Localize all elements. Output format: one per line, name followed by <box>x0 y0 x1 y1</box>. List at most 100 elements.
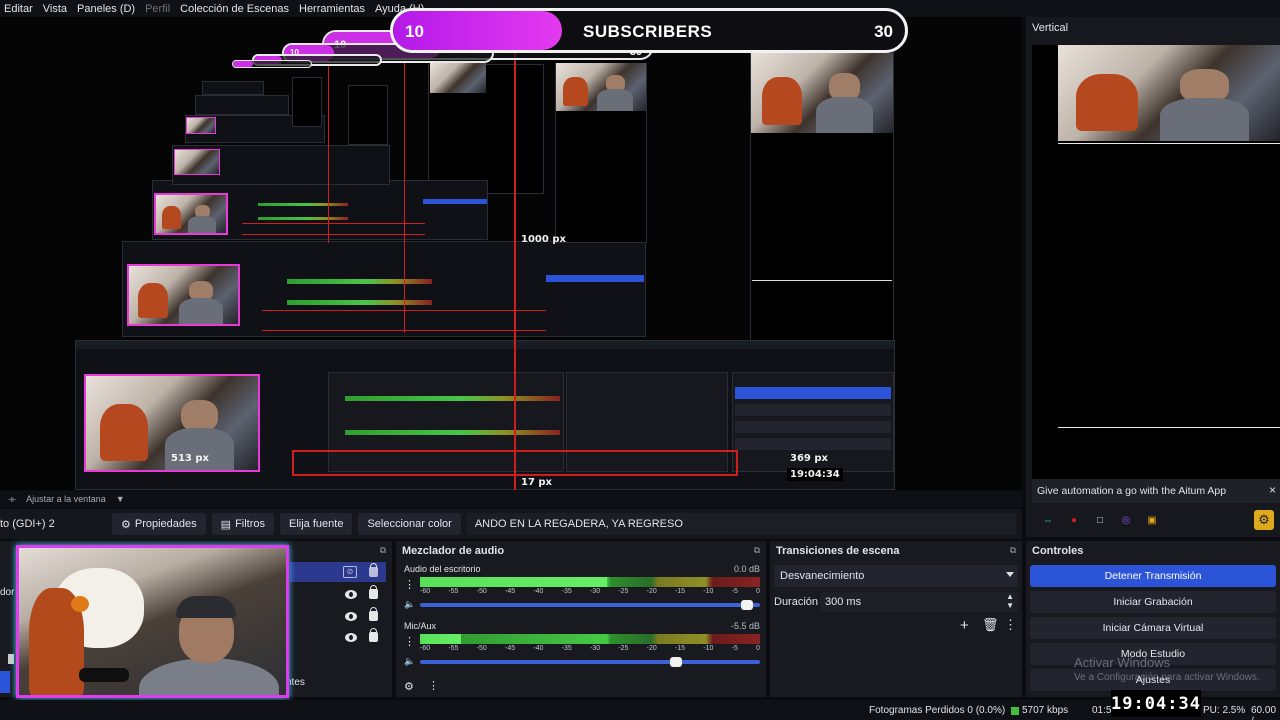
trash-icon[interactable]: 🗑 <box>982 617 999 633</box>
source-row-3[interactable] <box>290 606 386 626</box>
label-369px: 369 px <box>790 453 828 464</box>
popout-icon[interactable]: ⧉ <box>754 545 760 556</box>
label-513px: 513 px <box>171 453 209 464</box>
sources-left-label: dor <box>0 587 15 598</box>
select-color-button[interactable]: Seleccionar color <box>358 513 461 535</box>
filters-button[interactable]: ▤ Filtros <box>211 513 275 535</box>
audio-mixer-dock: Mezclador de audio ⧉ Audio del escritori… <box>396 541 766 697</box>
source-row-4[interactable] <box>290 627 386 647</box>
dropped-frames: Fotogramas Perdidos 0 (0.0%) <box>869 705 1006 716</box>
start-recording-button[interactable]: Iniciar Grabación <box>1030 591 1276 613</box>
add-icon[interactable]: + <box>960 617 969 634</box>
source-row-2[interactable] <box>290 584 386 604</box>
transition-select[interactable]: Desvanecimiento <box>774 565 1018 587</box>
popout-icon[interactable]: ⧉ <box>380 545 386 556</box>
preview-scale-row: ⟛ Ajustar a la ventana ▼ <box>0 491 1022 507</box>
vertical-canvas[interactable] <box>1032 45 1280 487</box>
menu-coleccion-escenas[interactable]: Colección de Escenas <box>180 3 289 15</box>
nested-webcam-2 <box>127 264 240 326</box>
selected-source-name: to (GDI+) 2 <box>0 518 55 530</box>
clock-overlay: 19:04:34 <box>1111 690 1201 717</box>
source-row-1[interactable]: ⊘ <box>290 562 386 582</box>
subscriber-target: 30 <box>874 22 893 41</box>
kebab-menu-icon[interactable]: ⋮ <box>404 578 415 591</box>
stream-icon[interactable]: ⇔ <box>1040 513 1056 527</box>
virtualcam-icon[interactable]: ▣ <box>1144 513 1160 527</box>
left-selected-item[interactable] <box>0 671 10 693</box>
lock-icon[interactable] <box>369 628 378 642</box>
filter-icon: ▤ <box>220 518 232 531</box>
nested-clock: 19:04:34 <box>787 468 843 481</box>
eye-icon[interactable] <box>345 611 357 621</box>
eye-hidden-icon[interactable]: ⊘ <box>343 566 357 578</box>
scene-transitions-dock: Transiciones de escena ⧉ Desvanecimiento… <box>770 541 1022 697</box>
speaker-icon[interactable]: 🔈 <box>404 656 415 667</box>
gear-icon[interactable]: ⚙ <box>404 680 414 693</box>
mixer-title: Mezclador de audio <box>402 545 505 557</box>
start-virtual-camera-button[interactable]: Iniciar Cámara Virtual <box>1030 617 1276 639</box>
program-preview[interactable]: 1000 px 513 px 369 px 17 px 19:04:34 10 … <box>0 17 1022 490</box>
lock-icon[interactable] <box>369 563 378 577</box>
lock-icon[interactable] <box>369 585 378 599</box>
eye-icon[interactable] <box>345 632 357 642</box>
subscriber-label: SUBSCRIBERS <box>583 22 713 41</box>
mixer-channel-desktop: Audio del escritorio 0.0 dB ⋮ -60 -55 -50-… <box>404 564 760 610</box>
kebab-menu-icon[interactable]: ⋮ <box>1004 617 1017 633</box>
properties-button[interactable]: ⚙ Propiedades <box>112 513 206 535</box>
vertical-webcam <box>1058 45 1280 141</box>
nested-mixer-1 <box>328 372 564 472</box>
nested-vertical-webcam <box>751 53 893 133</box>
aitum-toolbar: ⇔ ● □ ◎ ▣ <box>1032 507 1280 533</box>
aitum-banner: Give automation a go with the Aitum App <box>1032 479 1280 503</box>
menu-editar[interactable]: Editar <box>4 3 33 15</box>
label-17px: 17 px <box>521 477 553 488</box>
scale-dropdown-label[interactable]: Ajustar a la ventana <box>26 494 106 504</box>
meter-ticks: -60 -55 -50 -45 -40 -35 -30 -25 -20 -15 -10 -5 0 <box>420 645 760 652</box>
nested-transitions-1 <box>566 372 728 472</box>
mixer-channel-mic: Mic/Aux -5.5 dB ⋮ -60 -55 -50 -45 -40 -35 -30-… <box>404 621 760 667</box>
stop-icon[interactable]: □ <box>1092 513 1108 527</box>
source-text-field[interactable]: ANDO EN LA REGADERA, YA REGRESO <box>466 513 1016 535</box>
webcam-overlay <box>16 545 289 698</box>
duration-field[interactable]: 300 ms <box>820 592 1018 612</box>
speaker-icon[interactable]: 🔈 <box>404 599 415 610</box>
measure-line-vertical <box>514 53 516 490</box>
gear-icon[interactable]: ⚙ <box>1254 510 1274 530</box>
meter-level <box>420 634 461 644</box>
level-meter <box>420 577 760 587</box>
bitrate-indicator-icon <box>1011 707 1019 715</box>
controls-title: Controles <box>1032 545 1084 557</box>
stop-streaming-button[interactable]: Detener Transmisión <box>1030 565 1276 587</box>
vertical-dock: Vertical Give automation a go with the A… <box>1026 17 1280 537</box>
volume-slider[interactable] <box>420 657 760 667</box>
label-1000px: 1000 px <box>521 234 566 245</box>
menu-paneles[interactable]: Paneles (D) <box>77 3 135 15</box>
kebab-menu-icon[interactable]: ⋮ <box>428 679 439 692</box>
gear-icon: ⚙ <box>121 518 131 531</box>
stepper-icon[interactable]: ▲ ▼ <box>1006 592 1014 610</box>
popout-icon[interactable]: ⧉ <box>1010 545 1016 556</box>
chevron-down-icon[interactable]: ▼ <box>116 494 125 504</box>
eye-icon[interactable] <box>345 589 357 599</box>
close-icon[interactable]: × <box>1269 483 1276 497</box>
record-icon[interactable]: ● <box>1066 513 1082 527</box>
lock-icon[interactable] <box>369 607 378 621</box>
recording-time: 01:5 <box>1092 705 1112 716</box>
meter-ticks: -60 -55 -50 -45 -40 -35 -30 -25 -20 -15 -10 -5 0 <box>420 588 760 595</box>
menu-vista[interactable]: Vista <box>43 3 67 15</box>
volume-slider[interactable] <box>420 600 760 610</box>
bitrate: 5707 kbps <box>1022 705 1069 716</box>
activate-windows-title: Activar Windows <box>1074 655 1171 670</box>
choose-source-button[interactable]: Elija fuente <box>280 513 353 535</box>
meter-level <box>420 577 607 587</box>
activate-windows-sub: Ve a Configuración para activar Windows. <box>1074 672 1260 683</box>
kebab-menu-icon[interactable]: ⋮ <box>404 635 415 648</box>
replay-icon[interactable]: ◎ <box>1118 513 1134 527</box>
chevron-down-icon[interactable] <box>1006 572 1014 577</box>
source-toolbar: to (GDI+) 2 ⚙ Propiedades ▤ Filtros Elij… <box>0 509 1022 539</box>
split-icon[interactable]: ⟛ <box>8 494 16 505</box>
menu-herramientas[interactable]: Herramientas <box>299 3 365 15</box>
level-meter <box>420 634 760 644</box>
menu-perfil[interactable]: Perfil <box>145 3 170 15</box>
subscriber-goal-bar: 10 SUBSCRIBERS 30 <box>390 8 908 53</box>
